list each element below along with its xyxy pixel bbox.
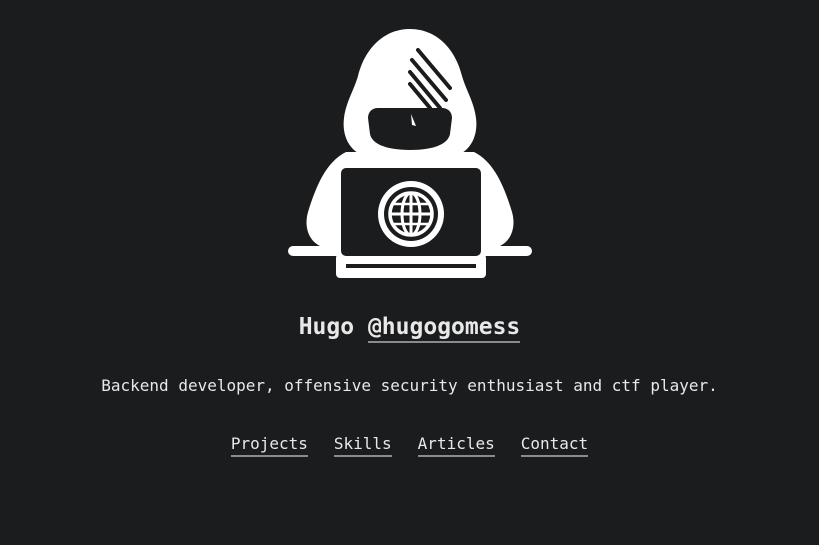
profile-bio: Backend developer, offensive security en…	[101, 376, 718, 395]
nav-link-articles[interactable]: Articles	[417, 434, 495, 457]
avatar	[286, 26, 534, 282]
main-nav: Projects Skills Articles Contact	[0, 434, 819, 457]
nav-link-skills[interactable]: Skills	[333, 434, 392, 457]
nav-link-contact[interactable]: Contact	[520, 434, 589, 457]
profile-name: Hugo	[298, 314, 355, 340]
hacker-hoodie-laptop-icon	[288, 29, 532, 278]
profile-heading: Hugo @hugogomess	[0, 312, 819, 343]
profile-handle-link[interactable]: @hugogomess	[367, 314, 521, 343]
nav-link-projects[interactable]: Projects	[230, 434, 308, 457]
